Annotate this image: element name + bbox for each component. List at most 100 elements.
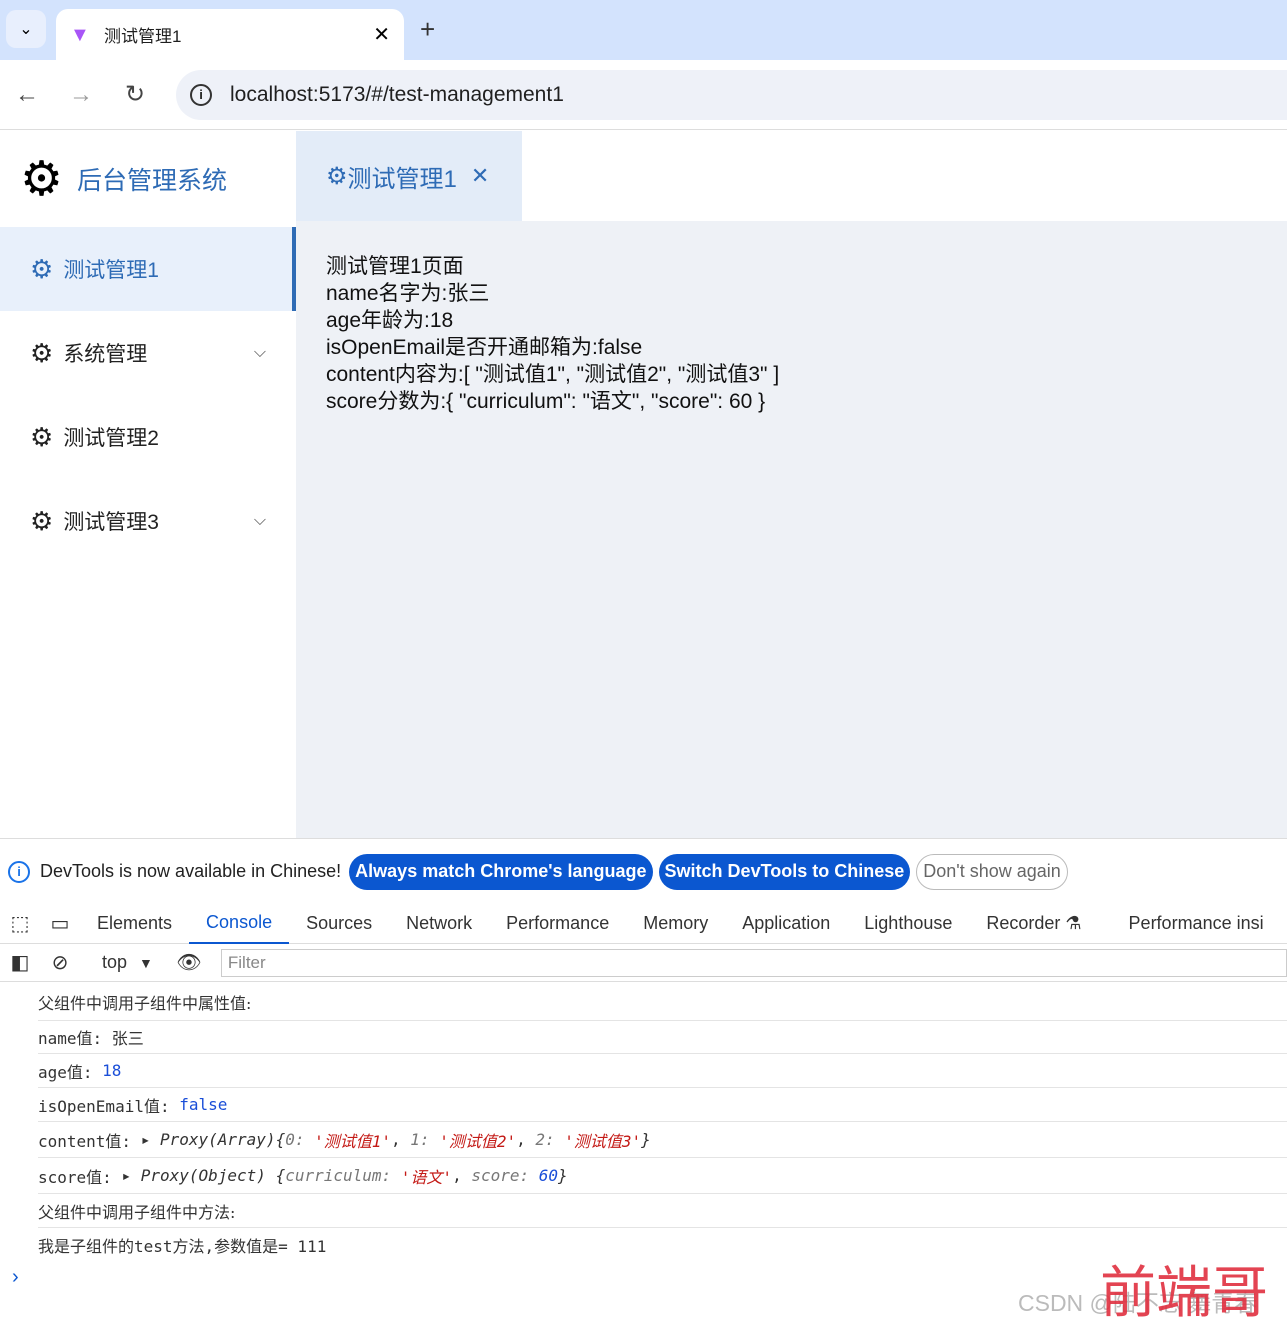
gear-icon: ⚙	[30, 253, 54, 284]
sidebar-item-label: 系统管理	[63, 343, 148, 366]
logo: ⚙ 后台管理系统	[0, 131, 296, 227]
value: '测试值2'	[439, 1131, 517, 1151]
expand-triangle-icon[interactable]: ▸	[141, 1130, 160, 1149]
proxy-type: Proxy(Array)	[159, 1130, 276, 1149]
back-button[interactable]: ←	[0, 81, 54, 109]
tab-elements[interactable]: Elements	[80, 904, 189, 944]
devtools-tabs: ⬚ ▭ Elements Console Sources Network Per…	[0, 904, 1287, 944]
content-line: score分数为:{ "curriculum": "语文", "score": …	[326, 390, 766, 413]
content-line: 测试管理1页面	[326, 255, 464, 278]
console-message: isOpenEmail值: false	[38, 1088, 1287, 1122]
console-message[interactable]: score值: ▸ Proxy(Object) {curriculum: '语文…	[38, 1158, 1287, 1194]
main-area: ⚙ 测试管理1 ✕ 测试管理1页面 name名字为:张三 age年龄为:18 is…	[296, 131, 1287, 838]
eye-icon[interactable]: 👁	[169, 950, 209, 975]
tab-memory[interactable]: Memory	[626, 904, 725, 944]
gear-icon: ⚙	[30, 337, 54, 368]
value: 60	[538, 1166, 559, 1185]
tab-lighthouse[interactable]: Lighthouse	[847, 904, 969, 944]
url-text: localhost:5173/#/test-management1	[230, 82, 564, 106]
label: age值:	[38, 1062, 103, 1082]
key: score	[471, 1166, 520, 1185]
tab-network[interactable]: Network	[389, 904, 489, 944]
sidebar-item-label: 测试管理2	[63, 427, 159, 450]
tab-performance[interactable]: Performance	[489, 904, 626, 944]
notice-text: DevTools is now available in Chinese!	[40, 861, 342, 881]
dropdown-arrow-icon[interactable]: ▼	[139, 955, 153, 971]
key: curriculum	[285, 1166, 382, 1185]
inspect-element-icon[interactable]: ⬚	[0, 911, 40, 936]
clear-console-icon[interactable]: ⊘	[40, 950, 80, 975]
console-message: 父组件中调用子组件中属性值:	[38, 983, 1287, 1021]
console-message: name值: 张三	[38, 1021, 1287, 1054]
value: 18	[102, 1061, 122, 1080]
chevron-down-icon: ⌵	[253, 512, 266, 529]
value: '测试值3'	[564, 1131, 642, 1151]
sidebar-item-label: 测试管理3	[63, 511, 159, 534]
browser-tab[interactable]: ▼ 测试管理1 ✕	[56, 9, 404, 60]
tab-sources[interactable]: Sources	[289, 904, 389, 944]
console-message: age值: 18	[38, 1054, 1287, 1088]
filter-input[interactable]: Filter	[220, 948, 1287, 977]
browser-tab-strip: ⌄ ▼ 测试管理1 ✕ +	[0, 0, 1287, 60]
gear-icon: ⚙	[326, 162, 348, 190]
value: '语文'	[400, 1167, 453, 1187]
key: 1	[410, 1130, 420, 1149]
sidebar-item-test3[interactable]: ⚙ 测试管理3 ⌵	[0, 479, 296, 563]
forward-button[interactable]: →	[54, 81, 108, 109]
new-tab-button[interactable]: +	[420, 14, 435, 45]
page-content: 测试管理1页面 name名字为:张三 age年龄为:18 isOpenEmail…	[296, 221, 1287, 447]
logo-title: 后台管理系统	[77, 167, 228, 195]
address-bar-row: ← → ↻ i localhost:5173/#/test-management…	[0, 60, 1287, 130]
console-prompt-icon[interactable]: ›	[12, 1266, 19, 1289]
sidebar-item-label: 测试管理1	[63, 259, 159, 282]
tab-application[interactable]: Application	[725, 904, 847, 944]
page-tab-test1[interactable]: ⚙ 测试管理1 ✕	[296, 131, 522, 221]
content-line: isOpenEmail是否开通邮箱为:false	[326, 336, 643, 359]
always-match-language-button[interactable]: Always match Chrome's language	[349, 853, 653, 890]
close-icon[interactable]: ✕	[471, 163, 489, 189]
console-message[interactable]: content值: ▸ Proxy(Array){0: '测试值1', 1: '…	[38, 1122, 1287, 1158]
gear-icon: ⚙	[30, 421, 54, 452]
proxy-type: Proxy(Object)	[140, 1166, 266, 1185]
console-message: 父组件中调用子组件中方法:	[38, 1194, 1287, 1228]
reload-button[interactable]: ↻	[108, 80, 162, 109]
gear-icon: ⚙	[30, 505, 54, 536]
page-tabs: ⚙ 测试管理1 ✕	[296, 131, 1287, 221]
label: content值:	[38, 1131, 141, 1151]
device-toolbar-icon[interactable]: ▭	[40, 911, 80, 936]
tab-console[interactable]: Console	[189, 904, 290, 944]
tab-performance-insights[interactable]: Performance insi	[1099, 904, 1281, 944]
sidebar-item-system[interactable]: ⚙ 系统管理 ⌵	[0, 311, 296, 395]
sidebar-item-test2[interactable]: ⚙ 测试管理2	[0, 395, 296, 479]
page-tab-label: 测试管理1	[347, 165, 457, 193]
console-output: 父组件中调用子组件中属性值: name值: 张三 age值: 18 isOpen…	[0, 983, 1287, 1262]
close-tab-icon[interactable]: ✕	[373, 22, 390, 47]
content-line: name名字为:张三	[326, 282, 490, 305]
value: '测试值1'	[314, 1131, 392, 1151]
tab-search-button[interactable]: ⌄	[6, 10, 46, 48]
key: 0	[285, 1130, 295, 1149]
label: isOpenEmail值:	[38, 1096, 180, 1116]
console-toolbar: ◧ ⊘ top ▼ 👁 Filter	[0, 944, 1287, 982]
dont-show-again-button[interactable]: Don't show again	[916, 853, 1068, 890]
content-line: content内容为:[ "测试值1", "测试值2", "测试值3" ]	[326, 363, 780, 386]
site-info-icon[interactable]: i	[190, 83, 212, 106]
sidebar-item-test1[interactable]: ⚙ 测试管理1	[0, 227, 296, 311]
tab-label: Recorder	[986, 913, 1061, 933]
label: score值:	[38, 1167, 122, 1187]
expand-triangle-icon[interactable]: ▸	[121, 1166, 140, 1185]
tab-title: 测试管理1	[104, 27, 182, 46]
app: ⚙ 后台管理系统 ⚙ 测试管理1 ⚙ 系统管理 ⌵ ⚙ 测试管理2 ⚙ 测试管理3 ⌵ ⚙ 测…	[0, 131, 1287, 838]
context-selector[interactable]: top	[102, 952, 127, 973]
tab-recorder[interactable]: Recorder ⚗	[969, 904, 1098, 944]
switch-to-chinese-button[interactable]: Switch DevTools to Chinese	[658, 853, 911, 890]
key: 2	[535, 1130, 545, 1149]
vite-favicon-icon: ▼	[70, 23, 90, 46]
flask-icon: ⚗	[1065, 913, 1082, 933]
sidebar-toggle-icon[interactable]: ◧	[0, 950, 40, 975]
value: false	[179, 1095, 228, 1114]
gear-icon: ⚙	[20, 153, 64, 206]
content-line: age年龄为:18	[326, 309, 454, 332]
devtools-language-notice: i DevTools is now available in Chinese! …	[0, 838, 1287, 904]
url-input[interactable]: i localhost:5173/#/test-management1	[176, 69, 1287, 120]
